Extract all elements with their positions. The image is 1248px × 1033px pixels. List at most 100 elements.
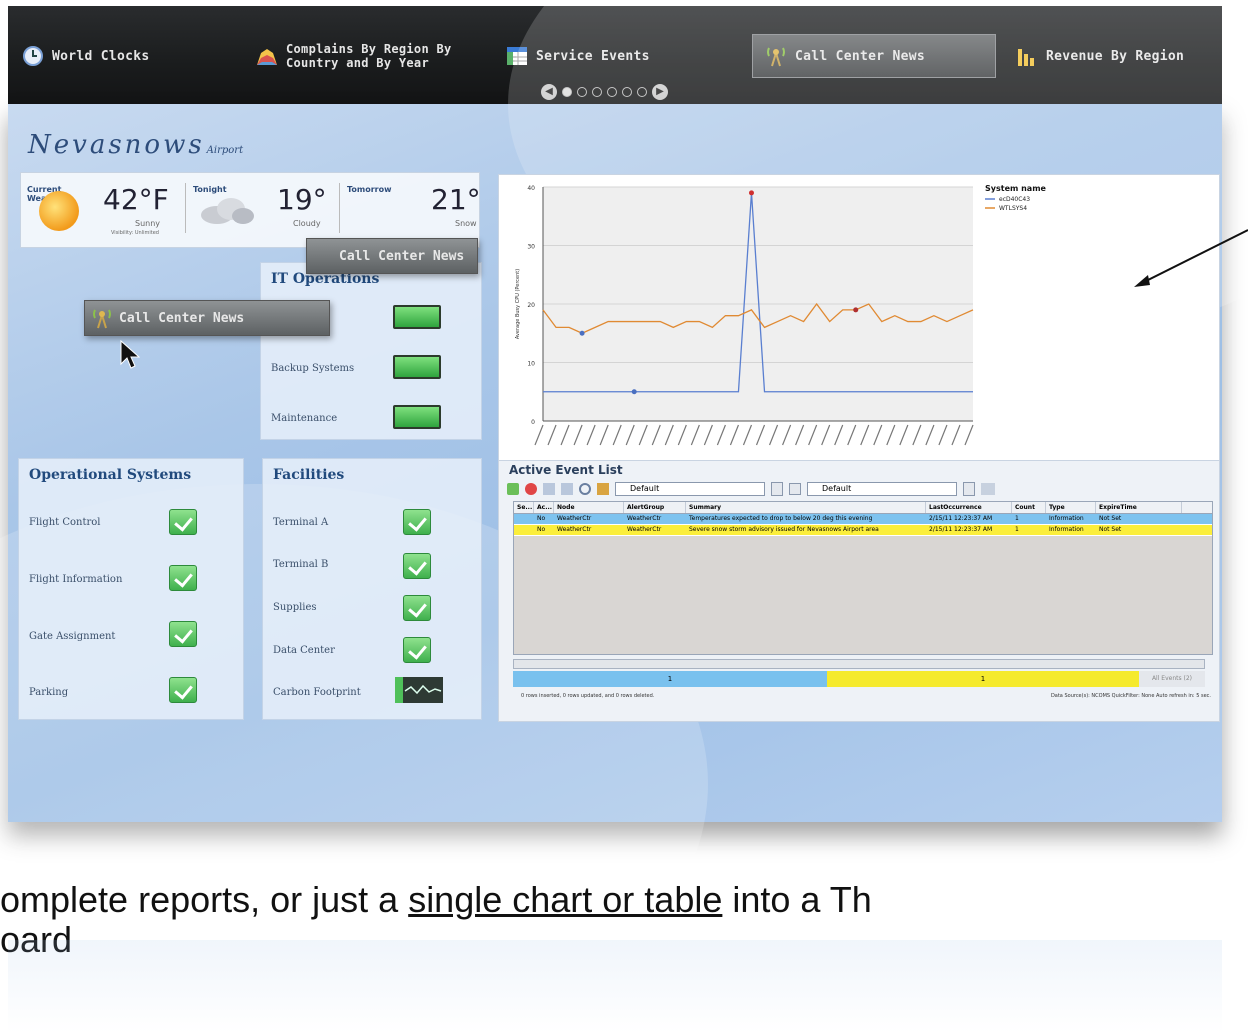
y-tick-label: 0 <box>531 419 535 426</box>
operational-systems-panel: Operational Systems Flight Control Fligh… <box>18 458 244 720</box>
legend-entry: WTLSYS4 <box>999 205 1027 212</box>
drag-ghost-call-center-news: Call Center News <box>306 238 478 274</box>
event-table: Se... Ac... Node AlertGroup Summary LastOccur… <box>513 501 1213 655</box>
view-select[interactable]: Default <box>807 482 957 496</box>
check-icon[interactable] <box>169 677 197 703</box>
stack-chart-icon <box>257 49 277 65</box>
x-tick-label <box>716 424 726 446</box>
row-label: Flight Information <box>29 574 123 585</box>
table-cell: WeatherCtr <box>557 515 592 522</box>
refresh-icon[interactable] <box>507 483 519 495</box>
paste-icon[interactable] <box>561 483 573 495</box>
sun-icon <box>39 191 79 231</box>
data-point <box>579 330 585 336</box>
x-tick-label <box>625 424 635 446</box>
table-row[interactable]: No WeatherCtr WeatherCtr Temperatures expec… <box>514 514 1212 525</box>
status-text: 0 rows inserted, 0 rows updated, and 0 r… <box>521 693 655 699</box>
tomorrow-condition: Snow <box>455 219 477 228</box>
dashboard-canvas: NevasnowsAirport Current Weather 42°F Su… <box>0 0 1248 1033</box>
column-header[interactable]: LastOccurrence <box>926 502 1012 513</box>
panel-title: Active Event List <box>509 463 623 477</box>
y-tick-label: 20 <box>527 302 535 309</box>
row-label: Parking <box>29 687 69 698</box>
check-icon[interactable] <box>403 509 431 535</box>
copy-icon[interactable] <box>543 483 555 495</box>
search-icon[interactable] <box>579 483 591 495</box>
drag-ghost-call-center-news[interactable]: Call Center News <box>84 300 330 336</box>
horizontal-scrollbar[interactable] <box>513 659 1205 669</box>
x-tick-label <box>951 424 961 446</box>
tomorrow-label: Tomorrow <box>347 185 392 194</box>
screenshot: World Clocks Complains By Region By Count… <box>0 0 1248 1033</box>
check-icon[interactable] <box>169 509 197 535</box>
column-header[interactable]: Type <box>1046 502 1096 513</box>
info-summary-bar[interactable]: 1 <box>513 671 827 687</box>
ghost-label: Call Center News <box>119 310 245 326</box>
data-point <box>853 307 859 313</box>
stop-icon[interactable] <box>525 483 537 495</box>
filter-icon[interactable] <box>597 483 609 495</box>
filter-select[interactable]: Default <box>615 482 765 496</box>
status-indicator[interactable] <box>393 405 441 429</box>
row-label: Terminal A <box>273 517 329 528</box>
chevron-down-icon[interactable] <box>963 482 975 496</box>
x-tick-label <box>860 424 870 446</box>
column-header[interactable]: Summary <box>686 502 926 513</box>
checkbox[interactable] <box>789 483 801 495</box>
column-header[interactable]: Count <box>1012 502 1046 513</box>
x-tick-label <box>547 424 557 446</box>
tonight-condition: Cloudy <box>293 219 321 228</box>
antenna-icon <box>93 309 111 329</box>
table-cell: No <box>537 526 546 533</box>
cpu-line-chart: 0 10 20 30 40 Average Busy CPU (Percent) Syste… <box>515 184 1047 446</box>
table-cell: WeatherCtr <box>627 515 662 522</box>
column-header[interactable]: ExpireTime <box>1096 502 1182 513</box>
x-tick-label <box>703 424 713 446</box>
data-point <box>631 389 637 395</box>
nav-complains-by-region[interactable]: Complains By Region By Country and By Yea… <box>256 34 452 78</box>
current-condition: Sunny <box>135 219 161 228</box>
cloud-icon <box>201 198 254 224</box>
check-icon[interactable] <box>169 621 197 647</box>
table-row[interactable]: No WeatherCtr WeatherCtr Severe snow storm … <box>514 525 1212 536</box>
table-cell: Severe snow storm advisory issued for Ne… <box>689 526 879 533</box>
check-icon[interactable] <box>403 595 431 621</box>
warning-summary-bar[interactable]: 1 <box>827 671 1139 687</box>
nav-label-line2: Country and By Year <box>286 56 429 70</box>
nav-label: Complains By Region By Country and By Yea… <box>286 42 452 70</box>
tomorrow-temp: 21° <box>431 183 481 216</box>
all-events-button[interactable]: All Events (2) <box>1139 671 1205 687</box>
info-count: 1 <box>667 675 673 683</box>
table-cell: Information <box>1049 526 1084 533</box>
gauge-icon[interactable] <box>395 677 443 703</box>
column-header[interactable]: Ac... <box>534 502 554 513</box>
x-tick-label <box>912 424 922 446</box>
caption-text: omplete reports, or just a <box>0 879 409 920</box>
settings-icon[interactable] <box>981 483 995 495</box>
active-event-list-panel: Active Event List Default Default Se... A… <box>498 460 1220 722</box>
y-axis-label: Average Busy CPU (Percent) <box>515 269 521 339</box>
row-label: Terminal B <box>273 559 329 570</box>
table-cell: 2/15/11 12:23:37 AM <box>929 526 993 533</box>
ghost-label: Call Center News <box>339 248 465 264</box>
table-cell: WeatherCtr <box>627 526 662 533</box>
mouse-cursor-icon <box>120 340 140 369</box>
column-header[interactable]: Se... <box>514 502 534 513</box>
status-indicator[interactable] <box>393 355 441 379</box>
reflection <box>8 940 1222 1033</box>
x-tick-label <box>964 424 974 446</box>
column-header[interactable]: Node <box>554 502 624 513</box>
x-tick-label <box>847 424 857 446</box>
check-icon[interactable] <box>169 565 197 591</box>
nav-label-line1: Complains By Region By <box>286 42 452 56</box>
nav-world-clocks[interactable]: World Clocks <box>22 34 150 78</box>
check-icon[interactable] <box>403 637 431 663</box>
chevron-down-icon[interactable] <box>771 482 783 496</box>
check-icon[interactable] <box>403 553 431 579</box>
column-header[interactable]: AlertGroup <box>624 502 686 513</box>
tonight-label: Tonight <box>193 185 227 194</box>
x-tick-label <box>677 424 687 446</box>
row-label: Gate Assignment <box>29 631 116 642</box>
status-indicator[interactable] <box>393 305 441 329</box>
x-tick-label <box>821 424 831 446</box>
